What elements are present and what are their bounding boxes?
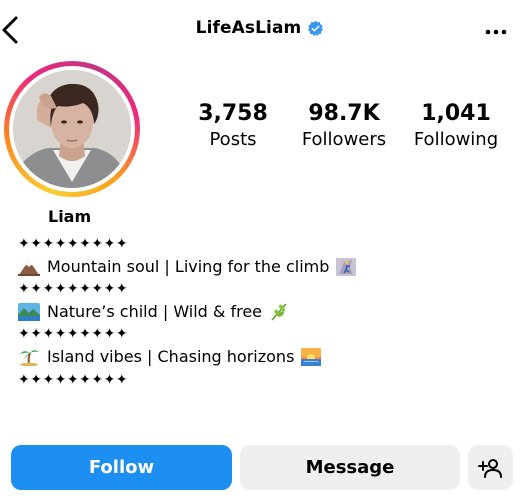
following-label: Following (413, 129, 499, 150)
top-bar: LifeAsLiam (0, 0, 520, 62)
username-header: LifeAsLiam (0, 18, 520, 38)
bio-line: Mountain soul | Living for the climb (18, 256, 357, 279)
posts-stat[interactable]: 3,758 Posts (178, 100, 288, 152)
add-person-icon (477, 458, 502, 478)
mountain-emoji-icon (18, 259, 40, 276)
sunrise-emoji-icon (301, 348, 322, 367)
avatar-portrait (13, 70, 131, 188)
message-button[interactable]: Message (240, 445, 460, 490)
profile-avatar (13, 70, 131, 188)
story-ring[interactable] (4, 61, 140, 197)
profile-name: Liam (48, 207, 92, 226)
follow-button[interactable]: Follow (11, 445, 232, 490)
bio-divider: ✦✦✦✦✦✦✦✦✦ (18, 281, 129, 298)
palm-island-emoji-icon (20, 350, 39, 367)
bio-divider: ✦✦✦✦✦✦✦✦✦ (18, 236, 129, 252)
following-count: 1,041 (421, 101, 491, 126)
posts-label: Posts (209, 129, 257, 150)
bio-text: Island vibes | Chasing horizons (47, 346, 295, 366)
posts-count: 3,758 (198, 101, 268, 126)
bio-line: Nature’s child | Wild & free (18, 301, 356, 324)
climber-emoji-icon (336, 257, 357, 276)
username-title: LifeAsLiam (195, 18, 302, 38)
followers-count: 98.7K (308, 101, 380, 126)
followers-stat[interactable]: 98.7K Followers (289, 100, 399, 152)
bio-text: Mountain soul | Living for the climb (47, 256, 330, 276)
lake-landscape-emoji-icon (18, 303, 40, 322)
bio-line: Island vibes | Chasing horizons (18, 346, 356, 369)
bio-divider: ✦✦✦✦✦✦✦✦✦ (18, 371, 129, 388)
herb-emoji-icon (271, 303, 287, 321)
profile-bio: ✦✦✦✦✦✦✦✦✦ Mountain soul | Living for the… (18, 233, 357, 391)
more-options-icon[interactable] (484, 22, 508, 42)
suggest-people-button[interactable] (468, 445, 513, 490)
bio-divider: ✦✦✦✦✦✦✦✦✦ (18, 326, 129, 343)
bio-text: Nature’s child | Wild & free (47, 301, 263, 321)
verified-badge-icon (308, 20, 324, 36)
followers-label: Followers (301, 129, 387, 150)
following-stat[interactable]: 1,041 Following (401, 100, 511, 152)
